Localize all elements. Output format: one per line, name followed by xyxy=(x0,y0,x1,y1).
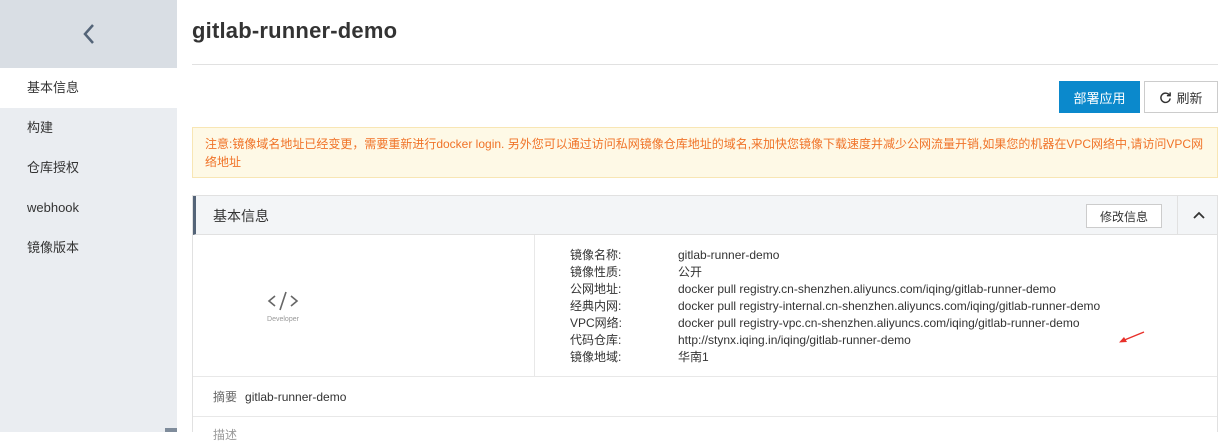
title-divider xyxy=(192,64,1218,65)
info-key: 代码仓库: xyxy=(570,333,622,347)
chevron-left-icon xyxy=(82,24,94,44)
page-title: gitlab-runner-demo xyxy=(192,18,398,43)
deploy-app-button[interactable]: 部署应用 xyxy=(1059,81,1140,113)
sidebar-item-basic-info[interactable]: 基本信息 xyxy=(0,68,177,108)
info-value: 公开 xyxy=(678,265,703,279)
info-row-visibility: 镜像性质: 公开 xyxy=(570,264,1100,281)
info-row-public-address: 公网地址: docker pull registry.cn-shenzhen.a… xyxy=(570,281,1100,298)
info-row-name: 镜像名称: gitlab-runner-demo xyxy=(570,247,1100,264)
sidebar-scrollbar[interactable] xyxy=(165,428,177,432)
info-list: 镜像名称: gitlab-runner-demo 镜像性质: 公开 公网地址: … xyxy=(570,247,1100,366)
sidebar: 基本信息 构建 仓库授权 webhook 镜像版本 xyxy=(0,0,177,432)
description-key: 描述 xyxy=(213,428,238,442)
info-value: gitlab-runner-demo xyxy=(678,248,780,262)
developer-label: Developer xyxy=(267,316,299,323)
code-icon xyxy=(267,291,299,311)
chevron-up-icon xyxy=(1193,211,1205,219)
info-value: 华南1 xyxy=(678,350,709,364)
info-key: 经典内网: xyxy=(570,299,622,313)
info-row-code-repo: 代码仓库: http://stynx.iqing.in/iqing/gitlab… xyxy=(570,332,1100,349)
info-row-region: 镜像地域: 华南1 xyxy=(570,349,1100,366)
annotation-arrow-icon xyxy=(1119,331,1145,343)
refresh-icon xyxy=(1160,91,1172,103)
collapse-button[interactable] xyxy=(1177,196,1220,234)
info-key: 镜像地域: xyxy=(570,350,622,364)
info-value: http://stynx.iqing.in/iqing/gitlab-runne… xyxy=(678,333,911,347)
info-value: docker pull registry.cn-shenzhen.aliyunc… xyxy=(678,282,1056,296)
notice-banner: 注意:镜像域名地址已经变更，需要重新进行docker login. 另外您可以通… xyxy=(192,127,1218,178)
summary-key: 摘要 xyxy=(213,390,238,404)
info-key: 公网地址: xyxy=(570,282,622,296)
edit-info-button[interactable]: 修改信息 xyxy=(1086,204,1162,228)
info-value: docker pull registry-vpc.cn-shenzhen.ali… xyxy=(678,316,1080,330)
sidebar-nav: 基本信息 构建 仓库授权 webhook 镜像版本 xyxy=(0,68,177,268)
sidebar-item-repo-auth[interactable]: 仓库授权 xyxy=(0,148,177,188)
info-value: docker pull registry-internal.cn-shenzhe… xyxy=(678,299,1101,313)
info-row-classic-intranet: 经典内网: docker pull registry-internal.cn-s… xyxy=(570,298,1100,315)
sidebar-item-webhook[interactable]: webhook xyxy=(0,188,177,228)
image-logo: Developer xyxy=(193,235,535,377)
back-button[interactable] xyxy=(0,0,177,68)
basic-info-panel: 基本信息 修改信息 Developer 镜像名称: gitlab-runner-… xyxy=(192,195,1218,442)
info-row-vpc: VPC网络: docker pull registry-vpc.cn-shenz… xyxy=(570,315,1100,332)
refresh-label: 刷新 xyxy=(1176,90,1203,106)
panel-body: Developer 镜像名称: gitlab-runner-demo 镜像性质:… xyxy=(193,235,1217,377)
summary-row: 摘要 gitlab-runner-demo xyxy=(193,377,1217,417)
panel-header: 基本信息 修改信息 xyxy=(193,196,1217,235)
summary-value: gitlab-runner-demo xyxy=(245,389,347,404)
refresh-button[interactable]: 刷新 xyxy=(1144,81,1218,113)
sidebar-item-image-versions[interactable]: 镜像版本 xyxy=(0,228,177,268)
sidebar-item-build[interactable]: 构建 xyxy=(0,108,177,148)
info-key: 镜像名称: xyxy=(570,248,622,262)
panel-title: 基本信息 xyxy=(213,208,269,224)
info-key: 镜像性质: xyxy=(570,265,622,279)
info-key: VPC网络: xyxy=(570,316,623,330)
